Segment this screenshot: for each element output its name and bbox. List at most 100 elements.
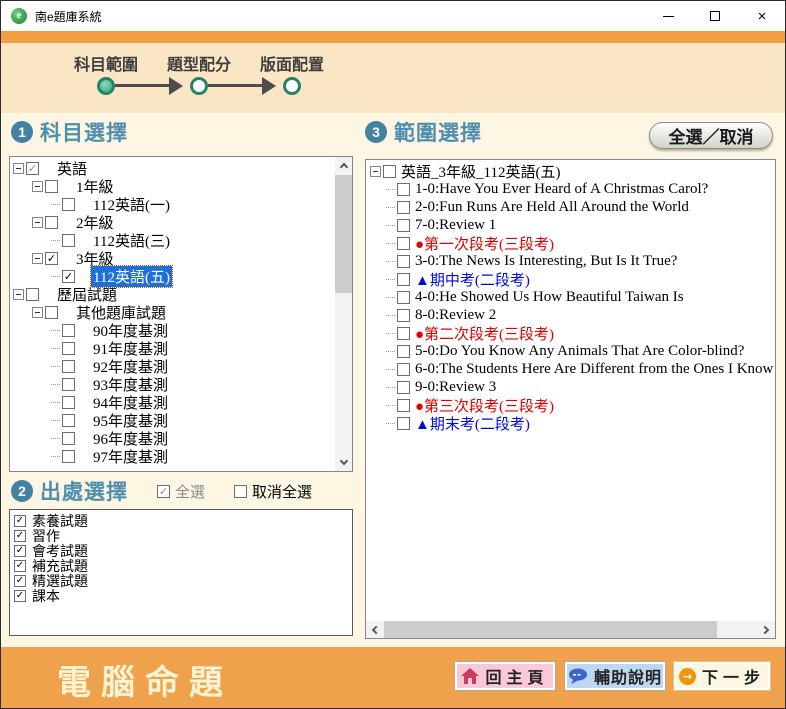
tree-row[interactable]: 8-0:Review 2 bbox=[368, 306, 775, 324]
tree-row[interactable]: ▲期末考(二段考) bbox=[368, 414, 775, 432]
tree-row[interactable]: ●第二次段考(三段考) bbox=[368, 324, 775, 342]
tree-row[interactable]: 歷屆試題 bbox=[10, 285, 334, 303]
tree-row[interactable]: 95年度基測 bbox=[10, 411, 334, 429]
tree-row[interactable]: 94年度基測 bbox=[10, 393, 334, 411]
tree-checkbox[interactable] bbox=[397, 183, 410, 196]
source-checkbox[interactable]: ✓ bbox=[14, 560, 26, 572]
tree-checkbox[interactable]: ✓ bbox=[62, 270, 75, 283]
tree-row[interactable]: ✓112英語(五) bbox=[10, 267, 334, 285]
tree-checkbox[interactable] bbox=[45, 180, 58, 193]
source-checkbox[interactable]: ✓ bbox=[14, 530, 26, 542]
tree-checkbox[interactable] bbox=[45, 216, 58, 229]
tree-checkbox[interactable] bbox=[397, 237, 410, 250]
source-checkbox[interactable]: ✓ bbox=[14, 515, 26, 527]
tree-row[interactable]: 其他題庫試題 bbox=[10, 303, 334, 321]
tree-row[interactable]: 3-0:The News Is Interesting, But Is It T… bbox=[368, 252, 775, 270]
tree-node-label[interactable]: 8-0:Review 2 bbox=[413, 307, 498, 324]
tree-checkbox[interactable] bbox=[397, 345, 410, 358]
tree-checkbox[interactable] bbox=[62, 198, 75, 211]
next-button[interactable]: → 下一步 bbox=[673, 661, 771, 691]
expander-minus-icon[interactable] bbox=[32, 217, 43, 228]
source-checkbox[interactable]: ✓ bbox=[14, 545, 26, 557]
tree-checkbox[interactable] bbox=[397, 273, 410, 286]
tree-row[interactable]: ●第三次段考(三段考) bbox=[368, 396, 775, 414]
tree-node-label[interactable]: 1-0:Have You Ever Heard of A Christmas C… bbox=[413, 181, 710, 198]
tree-row[interactable]: 2-0:Fun Runs Are Held All Around the Wor… bbox=[368, 198, 775, 216]
tree-node-label[interactable]: 3-0:The News Is Interesting, But Is It T… bbox=[413, 253, 679, 270]
tree-row[interactable]: ●第一次段考(三段考) bbox=[368, 234, 775, 252]
tree-checkbox[interactable] bbox=[45, 306, 58, 319]
tree-row[interactable]: 92年度基測 bbox=[10, 357, 334, 375]
tree-node-label[interactable]: 97年度基測 bbox=[91, 446, 170, 467]
tree-checkbox[interactable] bbox=[62, 360, 75, 373]
source-list-item[interactable]: ✓精選試題 bbox=[14, 573, 348, 588]
scroll-up-icon[interactable] bbox=[335, 157, 352, 174]
subject-tree-scrollbar[interactable] bbox=[335, 157, 352, 471]
expander-minus-icon[interactable] bbox=[32, 181, 43, 192]
tree-row[interactable]: 93年度基測 bbox=[10, 375, 334, 393]
select-all-checkbox[interactable]: ✓ bbox=[157, 485, 170, 498]
tree-row[interactable]: 90年度基測 bbox=[10, 321, 334, 339]
tree-checkbox[interactable] bbox=[397, 201, 410, 214]
tree-checkbox[interactable] bbox=[397, 381, 410, 394]
tree-checkbox[interactable]: ✓ bbox=[26, 162, 39, 175]
tree-row[interactable]: 91年度基測 bbox=[10, 339, 334, 357]
tree-node-label[interactable]: ●第一次段考(三段考) bbox=[413, 233, 556, 254]
tree-row[interactable]: ✓3年級 bbox=[10, 249, 334, 267]
home-button[interactable]: 回主頁 bbox=[454, 661, 556, 691]
tree-node-label[interactable]: 6-0:The Students Here Are Different from… bbox=[413, 361, 775, 378]
scrollbar-thumb[interactable] bbox=[384, 621, 717, 638]
scrollbar-thumb[interactable] bbox=[335, 175, 352, 293]
tree-checkbox[interactable] bbox=[62, 378, 75, 391]
tree-checkbox[interactable] bbox=[397, 327, 410, 340]
help-button[interactable]: 輔助說明 bbox=[564, 661, 666, 691]
tree-node-label[interactable]: 9-0:Review 3 bbox=[413, 379, 498, 396]
tree-checkbox[interactable] bbox=[62, 432, 75, 445]
source-list-item[interactable]: ✓素養試題 bbox=[14, 513, 348, 528]
expander-minus-icon[interactable] bbox=[32, 307, 43, 318]
tree-node-label[interactable]: ●第二次段考(三段考) bbox=[413, 323, 556, 344]
tree-checkbox[interactable] bbox=[397, 399, 410, 412]
tree-row[interactable]: 7-0:Review 1 bbox=[368, 216, 775, 234]
scroll-left-icon[interactable] bbox=[366, 621, 383, 638]
range-tree-scrollbar[interactable] bbox=[366, 621, 775, 638]
tree-row[interactable]: 96年度基測 bbox=[10, 429, 334, 447]
tree-row[interactable]: ▲期中考(二段考) bbox=[368, 270, 775, 288]
tree-row[interactable]: 112英語(三) bbox=[10, 231, 334, 249]
select-all-checkbox-group[interactable]: ✓ 全選 bbox=[157, 481, 205, 502]
source-checkbox[interactable]: ✓ bbox=[14, 575, 26, 587]
tree-node-label[interactable]: 7-0:Review 1 bbox=[413, 217, 498, 234]
tree-checkbox[interactable] bbox=[62, 450, 75, 463]
tree-checkbox[interactable] bbox=[26, 288, 39, 301]
tree-node-label[interactable]: ▲期中考(二段考) bbox=[413, 269, 532, 290]
close-button[interactable]: × bbox=[747, 1, 777, 31]
tree-checkbox[interactable] bbox=[397, 417, 410, 430]
toggle-all-button[interactable]: 全選／取消 bbox=[649, 122, 773, 149]
tree-node-label[interactable]: 英語_3年級_112英語(五) bbox=[399, 162, 562, 182]
tree-checkbox[interactable]: ✓ bbox=[45, 252, 58, 265]
minimize-button[interactable] bbox=[653, 1, 683, 31]
tree-row[interactable]: 英語_3年級_112英語(五) bbox=[368, 162, 775, 180]
tree-checkbox[interactable] bbox=[397, 363, 410, 376]
tree-checkbox[interactable] bbox=[62, 414, 75, 427]
source-checkbox[interactable]: ✓ bbox=[14, 590, 26, 602]
tree-node-label[interactable]: 5-0:Do You Know Any Animals That Are Col… bbox=[413, 343, 746, 360]
tree-checkbox[interactable] bbox=[62, 396, 75, 409]
maximize-button[interactable] bbox=[700, 1, 730, 31]
tree-checkbox[interactable] bbox=[397, 291, 410, 304]
tree-checkbox[interactable] bbox=[62, 234, 75, 247]
tree-checkbox[interactable] bbox=[397, 309, 410, 322]
tree-row[interactable]: 5-0:Do You Know Any Animals That Are Col… bbox=[368, 342, 775, 360]
tree-node-label[interactable]: 2-0:Fun Runs Are Held All Around the Wor… bbox=[413, 199, 691, 216]
tree-checkbox[interactable] bbox=[397, 255, 410, 268]
tree-row[interactable]: 2年級 bbox=[10, 213, 334, 231]
expander-minus-icon[interactable] bbox=[32, 253, 43, 264]
tree-checkbox[interactable] bbox=[62, 324, 75, 337]
tree-node-label[interactable]: ▲期末考(二段考) bbox=[413, 413, 532, 434]
expander-minus-icon[interactable] bbox=[13, 289, 24, 300]
expander-minus-icon[interactable] bbox=[13, 163, 24, 174]
deselect-all-checkbox-group[interactable]: 取消全選 bbox=[234, 481, 312, 502]
expander-minus-icon[interactable] bbox=[370, 166, 381, 177]
deselect-all-checkbox[interactable] bbox=[234, 485, 247, 498]
tree-row[interactable]: 97年度基測 bbox=[10, 447, 334, 465]
